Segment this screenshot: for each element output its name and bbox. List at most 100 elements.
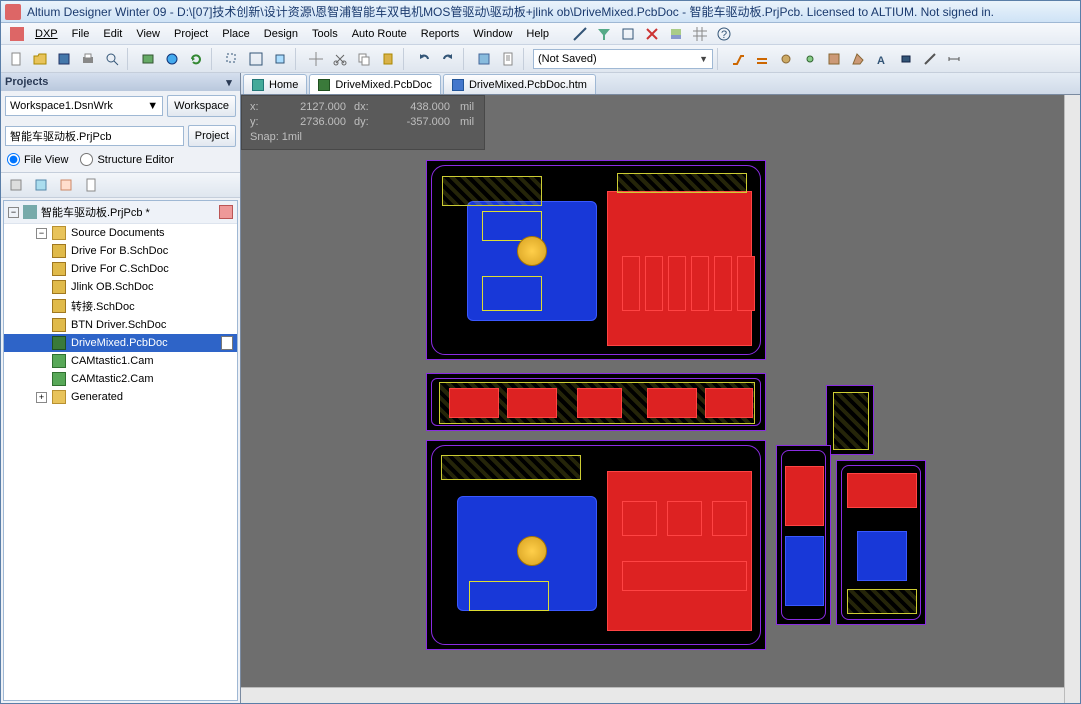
collapse-icon[interactable]: − bbox=[36, 228, 47, 239]
tab-htm[interactable]: DriveMixed.PcbDoc.htm bbox=[443, 74, 596, 94]
expand-icon[interactable]: + bbox=[36, 392, 47, 403]
tree-item[interactable]: Jlink OB.SchDoc bbox=[4, 278, 237, 296]
place-polygon-icon[interactable] bbox=[847, 48, 869, 70]
save-icon[interactable] bbox=[53, 48, 75, 70]
panel-tool-4-icon[interactable] bbox=[80, 174, 102, 196]
tree-item[interactable]: 转接.SchDoc bbox=[4, 296, 237, 316]
collapse-icon[interactable]: − bbox=[8, 207, 19, 218]
menu-place[interactable]: Place bbox=[216, 26, 256, 42]
radio-file-view[interactable]: File View bbox=[7, 153, 68, 166]
tree-generated[interactable]: + Generated bbox=[4, 388, 237, 406]
menu-view[interactable]: View bbox=[130, 26, 166, 42]
dxp-icon[interactable] bbox=[9, 26, 25, 42]
zoom-selected-icon[interactable] bbox=[269, 48, 291, 70]
tab-pcbdoc[interactable]: DriveMixed.PcbDoc bbox=[309, 74, 441, 94]
panel-tool-1-icon[interactable] bbox=[5, 174, 27, 196]
new-icon[interactable] bbox=[5, 48, 27, 70]
place-component-icon[interactable] bbox=[895, 48, 917, 70]
tree-item[interactable]: Drive For B.SchDoc bbox=[4, 242, 237, 260]
project-tree[interactable]: − 智能车驱动板.PrjPcb * − Source Documents Dri… bbox=[3, 200, 238, 701]
project-button[interactable]: Project bbox=[188, 125, 236, 147]
cross-probe-icon[interactable] bbox=[305, 48, 327, 70]
folder-icon bbox=[52, 226, 66, 240]
title-bar: Altium Designer Winter 09 - D:\[07]技术创新\… bbox=[1, 1, 1080, 23]
devices-icon[interactable] bbox=[137, 48, 159, 70]
place-line-icon[interactable] bbox=[919, 48, 941, 70]
app-window: Altium Designer Winter 09 - D:\[07]技术创新\… bbox=[0, 0, 1081, 704]
tab-home[interactable]: Home bbox=[243, 74, 307, 94]
tool-help-icon[interactable]: ? bbox=[713, 23, 735, 45]
app-body: Projects ▾ Workspace1.DsnWrk ▼ Workspace… bbox=[1, 73, 1080, 703]
place-pad-icon[interactable] bbox=[775, 48, 797, 70]
zoom-fit-icon[interactable] bbox=[245, 48, 267, 70]
menu-help[interactable]: Help bbox=[520, 26, 555, 42]
chevron-down-icon: ▼ bbox=[699, 54, 708, 64]
print-icon[interactable] bbox=[77, 48, 99, 70]
browse-icon[interactable] bbox=[473, 48, 495, 70]
pcb-icon bbox=[52, 336, 66, 350]
html-icon bbox=[452, 79, 464, 91]
horizontal-scrollbar[interactable] bbox=[241, 687, 1064, 703]
project-value: 智能车驱动板.PrjPcb bbox=[10, 128, 111, 144]
zoom-area-icon[interactable] bbox=[221, 48, 243, 70]
workspace-icon[interactable] bbox=[161, 48, 183, 70]
workspace-button[interactable]: Workspace bbox=[167, 95, 236, 117]
schematic-icon bbox=[52, 318, 66, 332]
doc-icon bbox=[221, 336, 233, 350]
workspace-select[interactable]: Workspace1.DsnWrk ▼ bbox=[5, 96, 163, 116]
copy-icon[interactable] bbox=[353, 48, 375, 70]
report-icon[interactable] bbox=[497, 48, 519, 70]
paste-icon[interactable] bbox=[377, 48, 399, 70]
menu-autoroute[interactable]: Auto Route bbox=[346, 26, 413, 42]
place-string-icon[interactable]: A bbox=[871, 48, 893, 70]
menu-project[interactable]: Project bbox=[168, 26, 214, 42]
tree-item-selected[interactable]: DriveMixed.PcbDoc bbox=[4, 334, 237, 352]
schematic-icon bbox=[52, 280, 66, 294]
main-editor: Home DriveMixed.PcbDoc DriveMixed.PcbDoc… bbox=[241, 73, 1080, 703]
panel-mini-toolbar bbox=[1, 172, 240, 198]
tool-filter-icon[interactable] bbox=[593, 23, 615, 45]
main-toolbar: (Not Saved) ▼ A bbox=[1, 45, 1080, 73]
menu-design[interactable]: Design bbox=[258, 26, 304, 42]
route-diff-icon[interactable] bbox=[751, 48, 773, 70]
vertical-scrollbar[interactable] bbox=[1064, 95, 1080, 703]
cut-icon[interactable] bbox=[329, 48, 351, 70]
tool-measure-icon[interactable] bbox=[569, 23, 591, 45]
menu-dxp[interactable]: DXP bbox=[29, 26, 64, 42]
panel-header[interactable]: Projects ▾ bbox=[1, 73, 240, 91]
pcb-canvas[interactable]: x: 2127.000 dx: 438.000 mil y: 2736.000 … bbox=[241, 95, 1080, 703]
workspace-value: Workspace1.DsnWrk bbox=[10, 100, 113, 112]
project-field[interactable]: 智能车驱动板.PrjPcb bbox=[5, 126, 184, 146]
tree-root[interactable]: − 智能车驱动板.PrjPcb * bbox=[4, 201, 237, 224]
tree-item[interactable]: BTN Driver.SchDoc bbox=[4, 316, 237, 334]
redo-icon[interactable] bbox=[437, 48, 459, 70]
tree-item[interactable]: CAMtastic2.Cam bbox=[4, 370, 237, 388]
tool-grid-icon[interactable] bbox=[689, 23, 711, 45]
pcb-icon bbox=[318, 79, 330, 91]
panel-tool-2-icon[interactable] bbox=[30, 174, 52, 196]
tool-clear-icon[interactable] bbox=[641, 23, 663, 45]
route-track-icon[interactable] bbox=[727, 48, 749, 70]
place-fill-icon[interactable] bbox=[823, 48, 845, 70]
undo-icon[interactable] bbox=[413, 48, 435, 70]
place-dimension-icon[interactable] bbox=[943, 48, 965, 70]
menu-window[interactable]: Window bbox=[467, 26, 518, 42]
menu-edit[interactable]: Edit bbox=[97, 26, 128, 42]
tree-item[interactable]: Drive For C.SchDoc bbox=[4, 260, 237, 278]
tool-layers-icon[interactable] bbox=[665, 23, 687, 45]
panel-menu-icon[interactable]: ▾ bbox=[222, 75, 236, 89]
menu-tools[interactable]: Tools bbox=[306, 26, 344, 42]
tree-source-documents[interactable]: − Source Documents bbox=[4, 224, 237, 242]
open-icon[interactable] bbox=[29, 48, 51, 70]
preview-icon[interactable] bbox=[101, 48, 123, 70]
menu-reports[interactable]: Reports bbox=[415, 26, 466, 42]
snapshot-combo[interactable]: (Not Saved) ▼ bbox=[533, 49, 713, 69]
tool-select-icon[interactable] bbox=[617, 23, 639, 45]
folder-icon bbox=[52, 390, 66, 404]
radio-structure-editor[interactable]: Structure Editor bbox=[80, 153, 173, 166]
panel-tool-3-icon[interactable] bbox=[55, 174, 77, 196]
place-via-icon[interactable] bbox=[799, 48, 821, 70]
tree-item[interactable]: CAMtastic1.Cam bbox=[4, 352, 237, 370]
menu-file[interactable]: File bbox=[66, 26, 96, 42]
refresh-icon[interactable] bbox=[185, 48, 207, 70]
